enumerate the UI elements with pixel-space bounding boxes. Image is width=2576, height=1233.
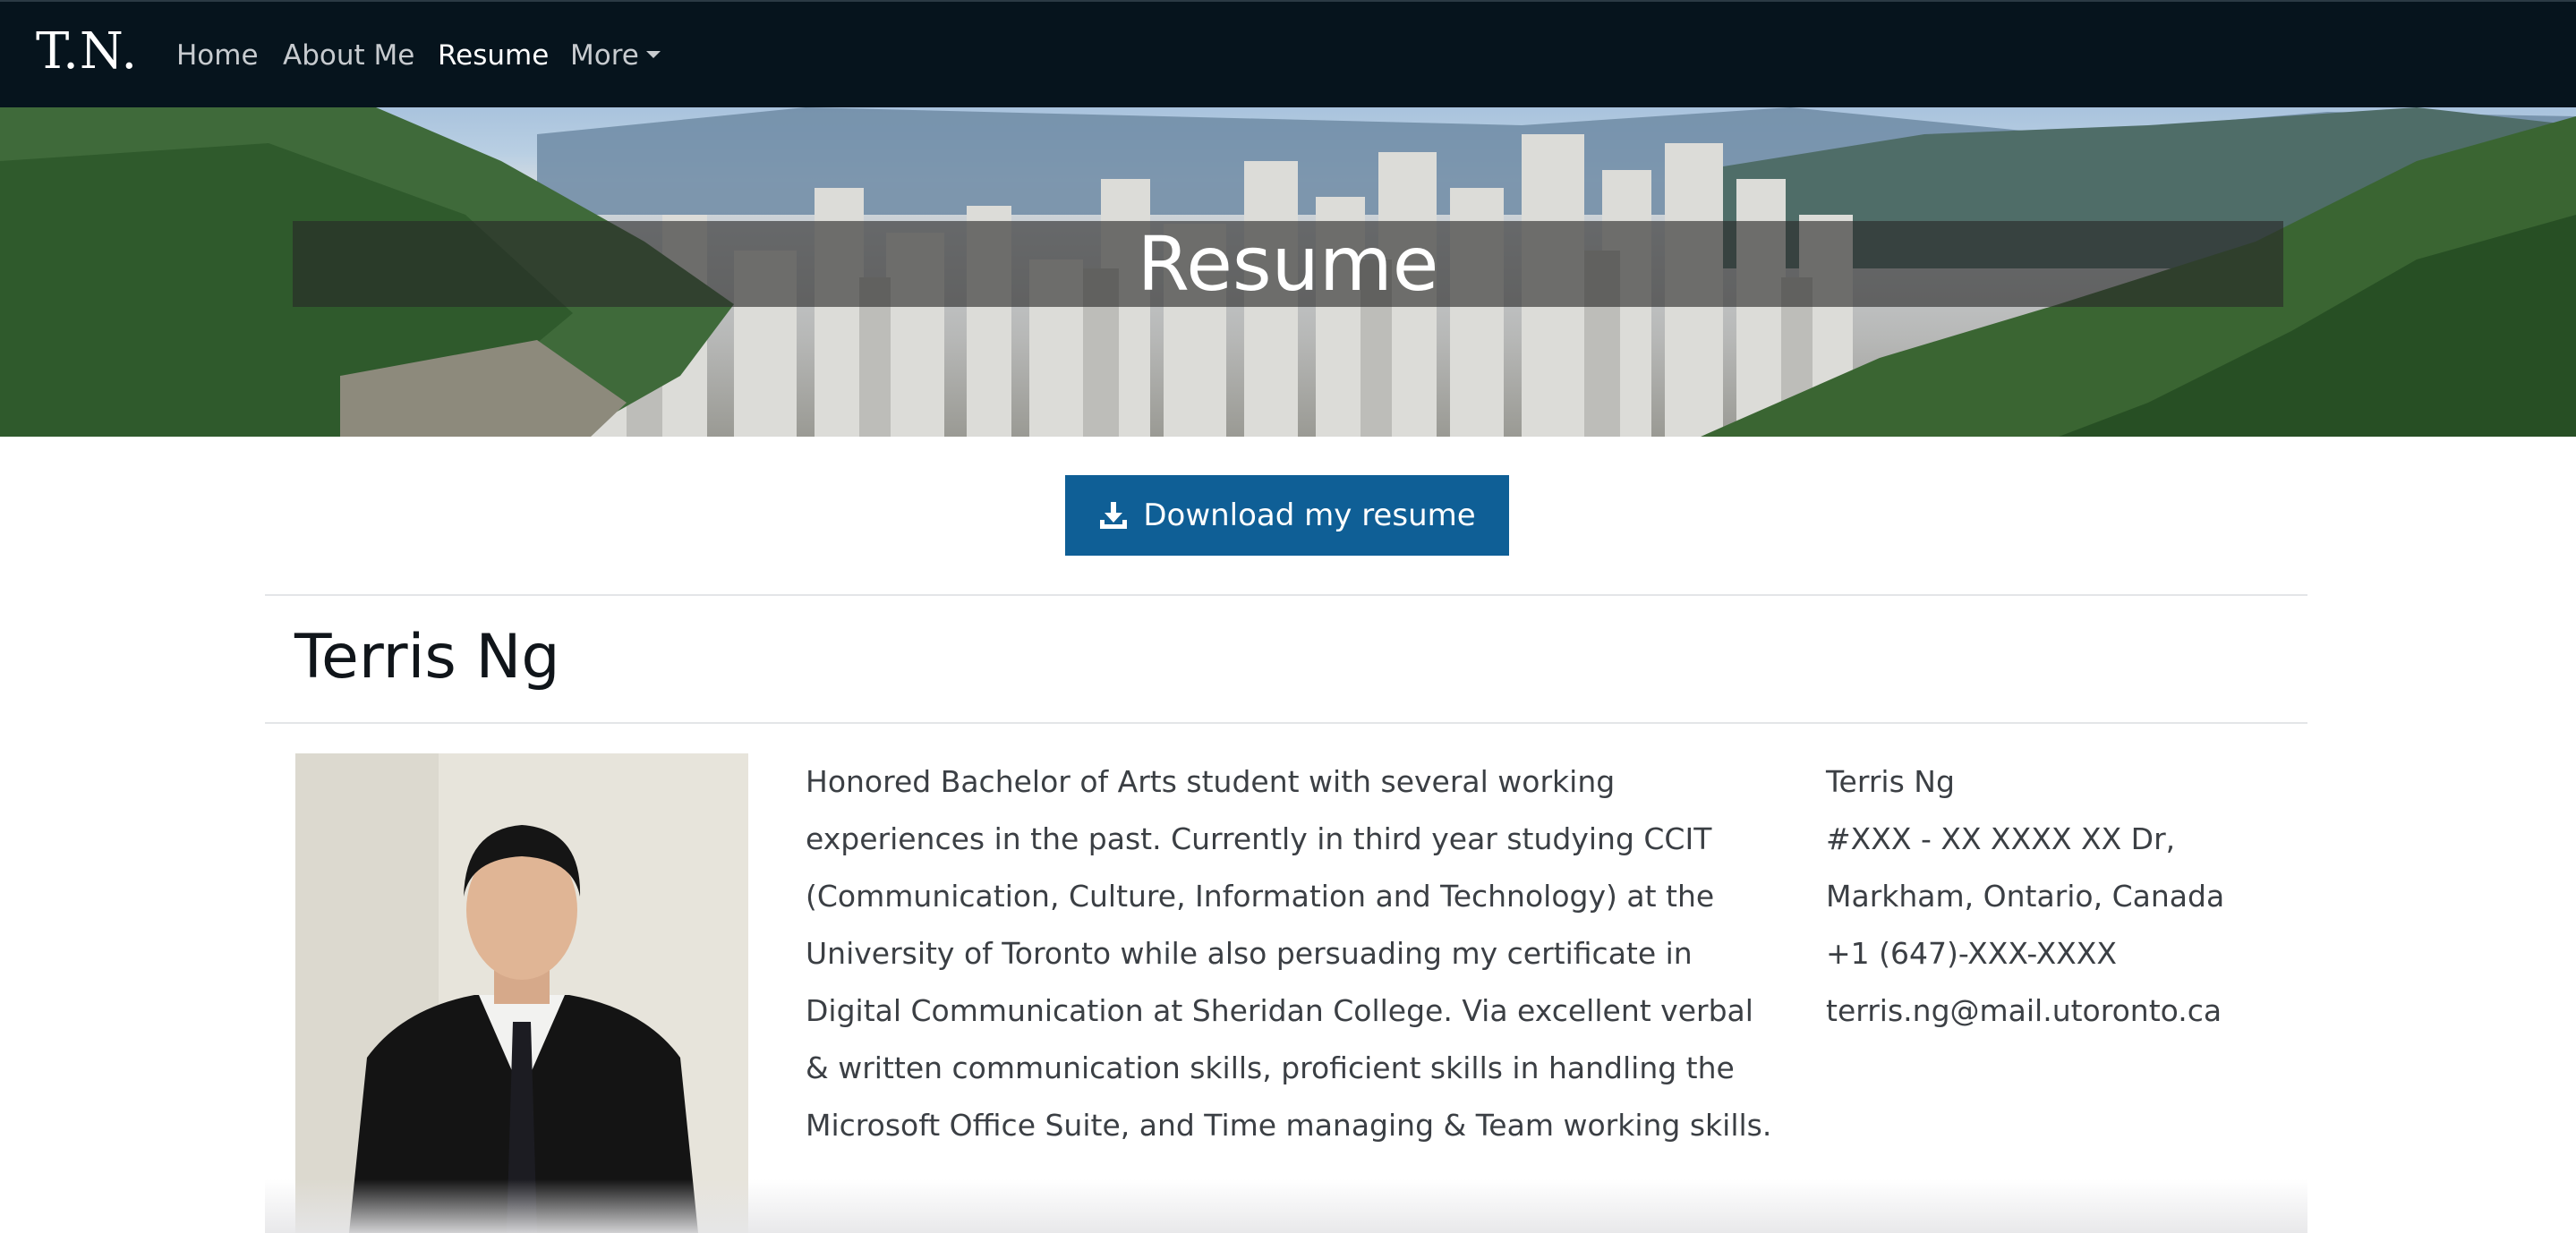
chevron-down-icon — [645, 50, 661, 58]
contact-phone: +1 (647)-XXX-XXXX — [1826, 936, 2118, 971]
profile-bio: Honored Bachelor of Arts student with se… — [806, 764, 1772, 1143]
download-icon — [1100, 502, 1128, 529]
contact-address-line-1: #XXX - XX XXXX XX Dr, — [1826, 821, 2176, 856]
nav-link-home[interactable]: Home — [176, 36, 259, 75]
contact-info: Terris Ng #XXX - XX XXXX XX Dr, Markham,… — [1826, 753, 2273, 1040]
page-title: Resume — [1137, 220, 1439, 308]
download-resume-label: Download my resume — [1143, 497, 1476, 533]
divider-top — [265, 594, 2307, 596]
nav-link-about-me[interactable]: About Me — [283, 36, 414, 75]
portrait-image — [295, 753, 748, 1233]
nav-dropdown-more-label: More — [570, 39, 639, 72]
hero-banner: Resume — [0, 107, 2576, 437]
profile-photo — [295, 753, 748, 1233]
nav-dropdown-more[interactable]: More — [570, 36, 661, 75]
nav-link-resume[interactable]: Resume — [438, 36, 549, 75]
brand-logo[interactable]: T.N. — [36, 23, 138, 81]
contact-address-line-2: Markham, Ontario, Canada — [1826, 879, 2225, 914]
contact-name: Terris Ng — [1826, 764, 1955, 799]
download-resume-button[interactable]: Download my resume — [1065, 475, 1509, 556]
contact-email[interactable]: terris.ng@mail.utoronto.ca — [1826, 982, 2273, 1040]
divider-bottom — [265, 722, 2307, 724]
profile-name: Terris Ng — [294, 622, 560, 693]
top-navbar: T.N. Home About Me Resume More — [0, 0, 2576, 107]
content-card-shadow — [265, 1179, 2307, 1233]
